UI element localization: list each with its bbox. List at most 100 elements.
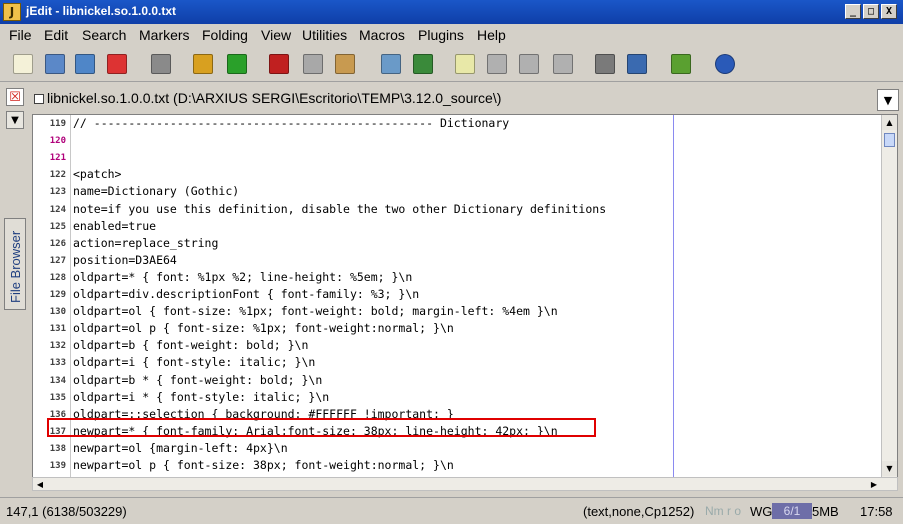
line-number: 138 [49,443,66,454]
status-flags: Nm r o [705,504,741,518]
unsplit-icon [487,54,507,74]
new-file-button[interactable] [10,51,36,77]
maximize-button[interactable]: □ [863,4,879,19]
split-horizontal-button[interactable] [516,51,542,77]
cut-icon [269,54,289,74]
cut-button[interactable] [266,51,292,77]
code-line[interactable]: oldpart=div.descriptionFont { font-famil… [73,287,419,301]
scroll-right-icon[interactable]: ▶ [867,478,881,490]
code-line[interactable]: newpart=ol {margin-left: 4px}\n [73,441,288,455]
line-number: 119 [49,119,66,129]
toolbar [0,46,903,82]
title-bar: J jEdit - libnickel.so.1.0.0.txt _ □ X [0,0,903,24]
highlight-annotation [47,418,596,437]
line-number: 120 [49,136,66,147]
code-line[interactable]: position=D3AE64 [73,253,177,267]
menu-utilities[interactable]: Utilities [302,27,347,43]
line-number: 123 [49,187,66,198]
undo-button[interactable] [190,51,216,77]
code-line[interactable]: oldpart=ol p { font-size: %1px; font-wei… [73,321,454,335]
open-file-icon [45,54,65,74]
memory-usage-bar[interactable]: 6/1 [772,503,812,519]
new-view-icon [455,54,475,74]
status-wg: WG [750,504,773,519]
paste-button[interactable] [332,51,358,77]
plugin-manager-icon [671,54,691,74]
save-file-button[interactable] [72,51,98,77]
plugin-manager-button[interactable] [668,51,694,77]
menu-macros[interactable]: Macros [359,27,405,43]
split-vertical-button[interactable] [550,51,576,77]
menu-edit[interactable]: Edit [44,27,68,43]
line-number: 130 [49,307,66,318]
window-title: jEdit - libnickel.so.1.0.0.txt [26,4,177,18]
code-line[interactable]: name=Dictionary (Gothic) [73,184,239,198]
new-file-icon [13,54,33,74]
line-number: 139 [49,461,66,471]
redo-button[interactable] [224,51,250,77]
close-window-button[interactable]: X [881,4,897,19]
global-options-icon [595,54,615,74]
vertical-scrollbar[interactable]: ▲ ▼ [881,115,897,490]
code-line[interactable]: note=if you use this definition, disable… [73,202,606,216]
close-file-button[interactable] [104,51,130,77]
line-number: 122 [49,170,66,181]
buffer-unmodified-indicator [34,94,44,104]
code-line[interactable]: oldpart=i { font-style: italic; }\n [73,355,315,369]
find-replace-button[interactable] [410,51,436,77]
scroll-left-icon[interactable]: ◀ [33,478,47,490]
global-options-button[interactable] [592,51,618,77]
dock-close-icon[interactable]: ☒ [6,88,24,106]
menu-view[interactable]: View [261,27,291,43]
code-line[interactable]: <patch> [73,167,121,181]
line-number: 126 [49,238,66,249]
dock-menu-icon[interactable]: ▼ [6,111,24,129]
new-view-button[interactable] [452,51,478,77]
horizontal-scrollbar[interactable]: ◀ ▶ [32,477,898,491]
line-number: 131 [49,324,66,335]
vertical-scroll-thumb[interactable] [884,133,895,147]
menu-help[interactable]: Help [477,27,506,43]
menu-folding[interactable]: Folding [202,27,248,43]
line-number: 133 [49,358,66,369]
code-line[interactable]: oldpart=ol { font-size: %1px; font-weigh… [73,304,558,318]
split-vertical-icon [553,54,573,74]
split-horizontal-icon [519,54,539,74]
code-line[interactable]: enabled=true [73,219,156,233]
line-number: 132 [49,341,66,352]
caret-position[interactable]: 147,1 (6138/503229) [6,504,127,519]
code-line[interactable]: oldpart=b { font-weight: bold; }\n [73,338,308,352]
buffer-mode-encoding[interactable]: (text,none,Cp1252) [583,504,694,519]
print-button[interactable] [148,51,174,77]
close-file-icon [107,54,127,74]
file-browser-tab[interactable]: File Browser [4,218,26,310]
code-line[interactable]: // -------------------------------------… [73,116,509,130]
open-file-button[interactable] [42,51,68,77]
code-line[interactable]: oldpart=b * { font-weight: bold; }\n [73,373,322,387]
help-button[interactable] [712,51,738,77]
line-number: 127 [49,255,66,266]
code-line[interactable]: newpart=ol p { font-size: 38px; font-wei… [73,458,454,472]
print-icon [151,54,171,74]
code-line[interactable]: action=replace_string [73,236,218,250]
code-line[interactable]: oldpart=* { font: %1px %2; line-height: … [73,270,412,284]
code-line[interactable]: oldpart=i * { font-style: italic; }\n [73,390,329,404]
menu-search[interactable]: Search [82,27,126,43]
text-area[interactable]: 119 120 121 122 123 124 125 126 127 128 129 130 131 1… [32,114,898,491]
menu-file[interactable]: File [9,27,32,43]
scroll-up-icon[interactable]: ▲ [882,115,897,130]
menu-markers[interactable]: Markers [139,27,190,43]
buffer-switcher[interactable]: libnickel.so.1.0.0.txt (D:\ARXIUS SERGI\… [30,86,903,112]
menu-plugins[interactable]: Plugins [418,27,464,43]
line-number: 124 [49,204,66,215]
line-number: 134 [49,375,66,386]
find-button[interactable] [378,51,404,77]
copy-button[interactable] [300,51,326,77]
minimize-button[interactable]: _ [845,4,861,19]
unsplit-button[interactable] [484,51,510,77]
tools-button[interactable] [624,51,650,77]
scroll-down-icon[interactable]: ▼ [882,461,897,476]
file-browser-tab-label: File Browser [8,230,23,303]
buffer-dropdown-icon[interactable]: ▼ [877,89,899,111]
save-file-icon [75,54,95,74]
